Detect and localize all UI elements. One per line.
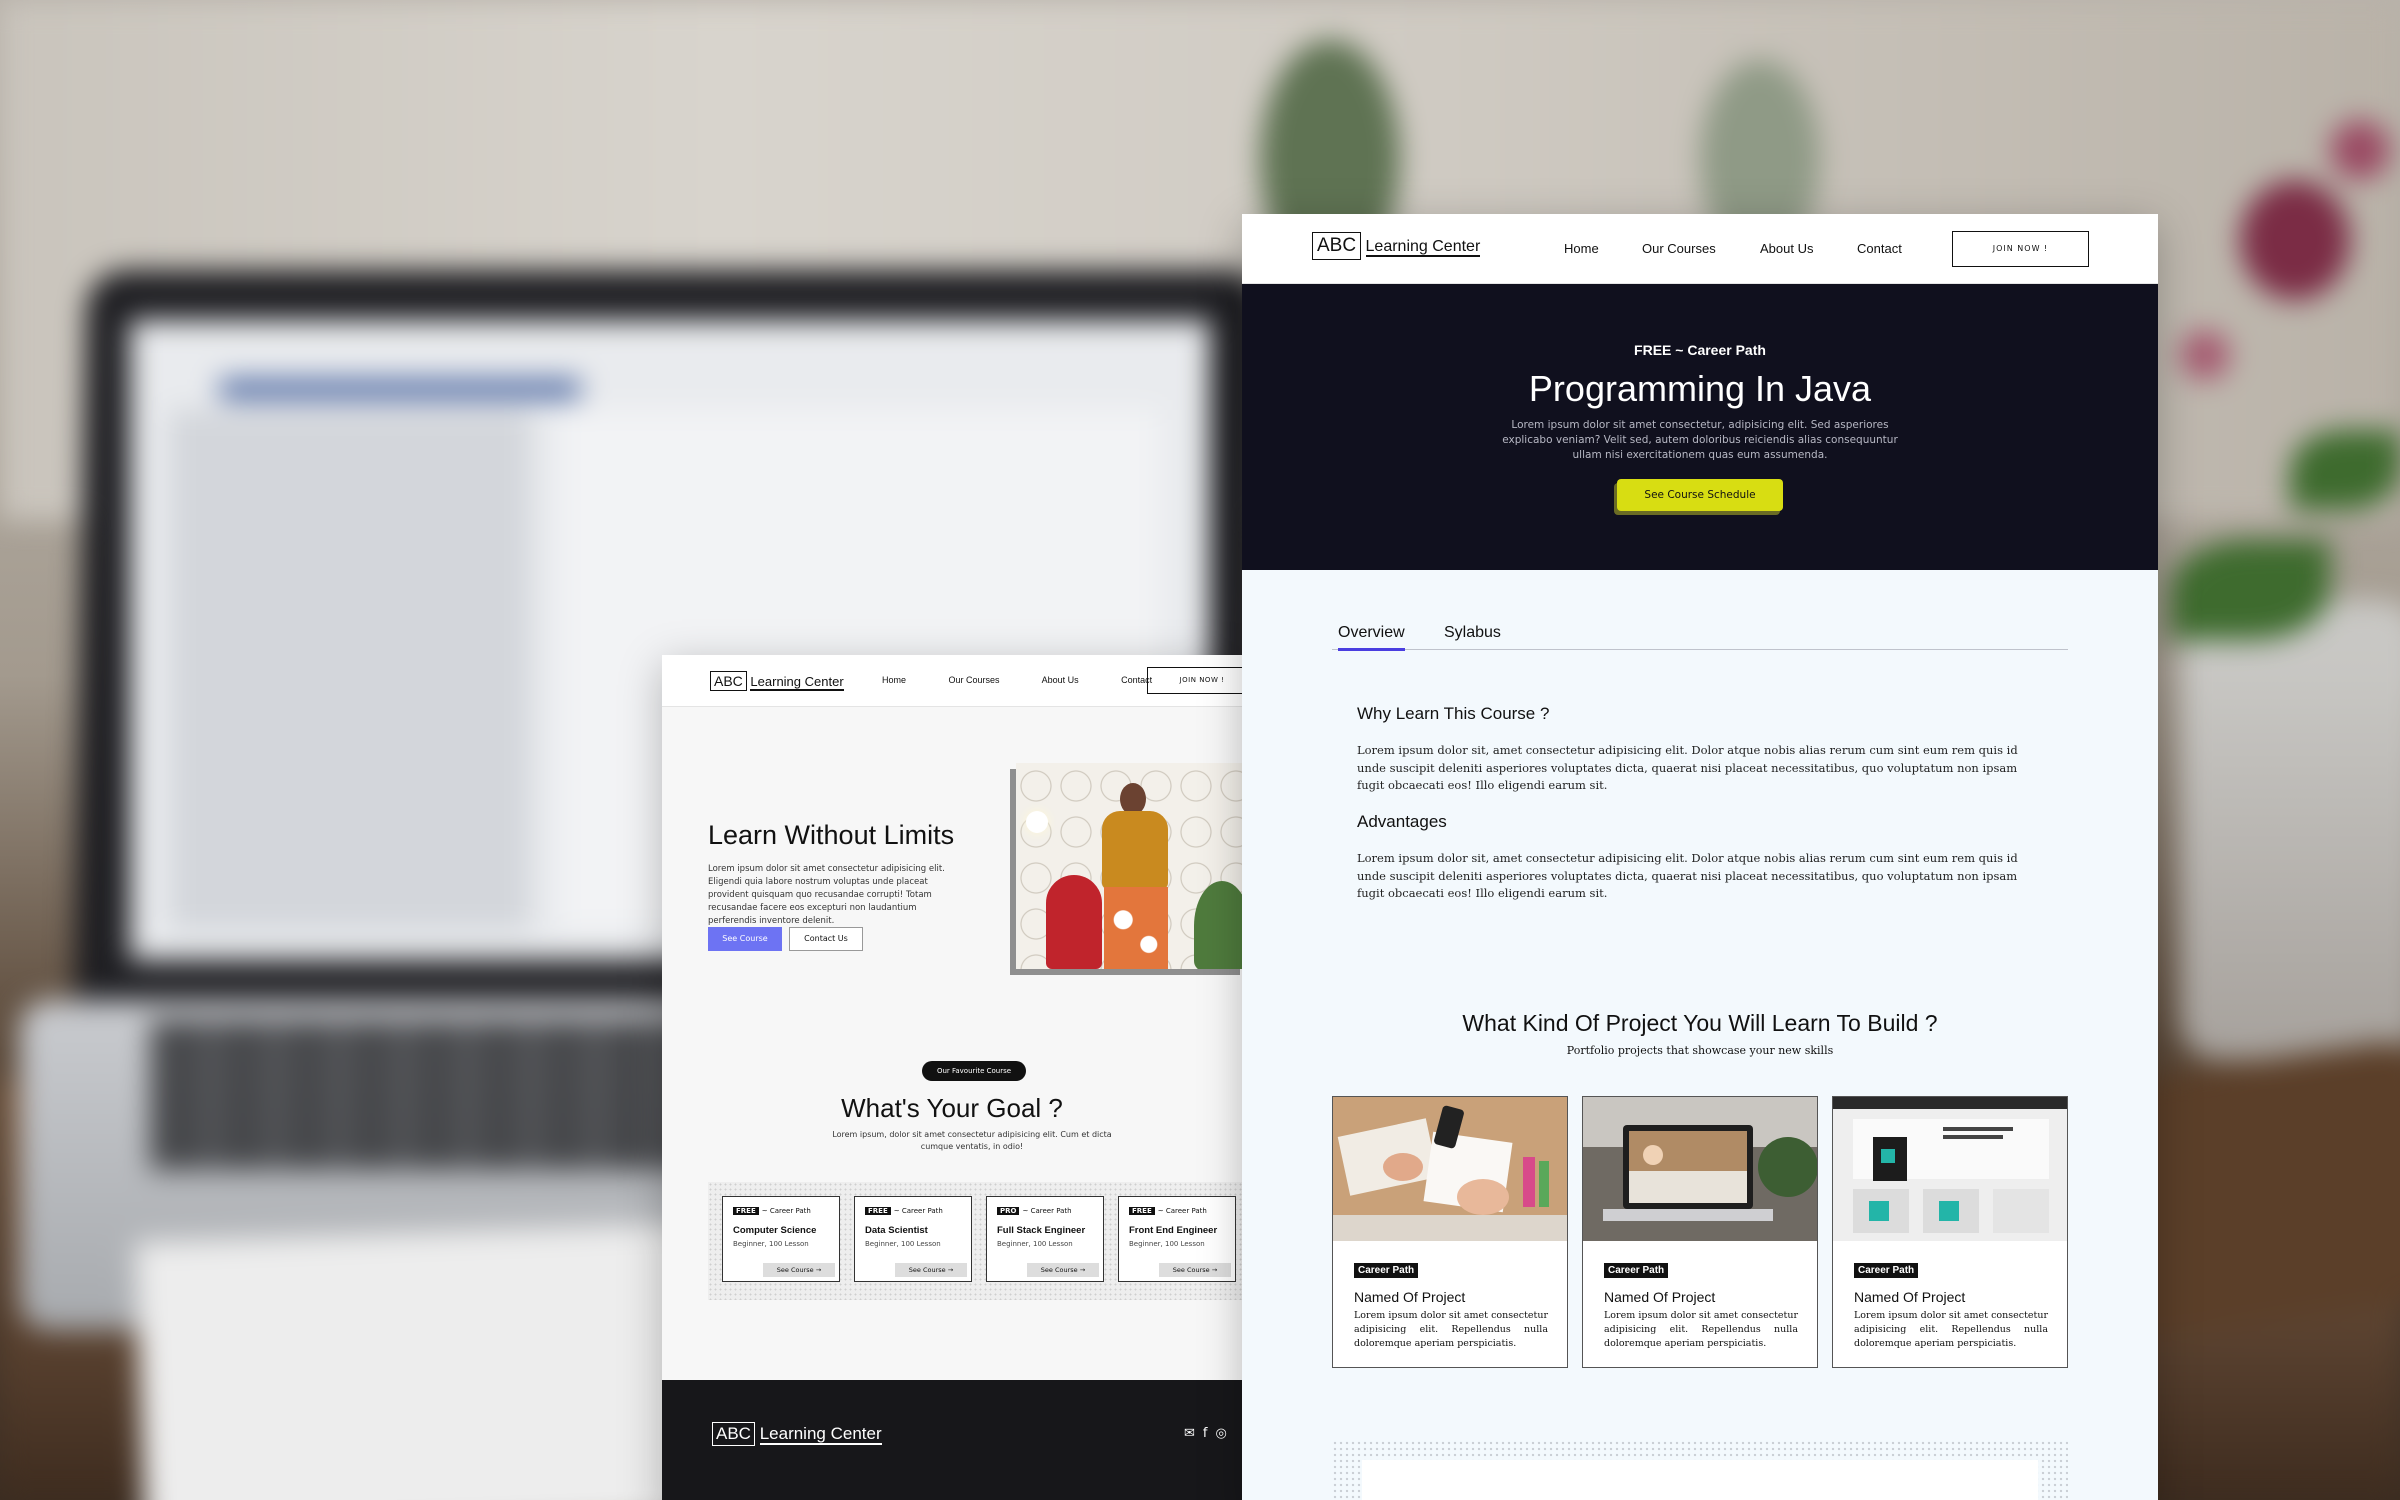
course-description: Lorem ipsum dolor sit amet consectetur, … bbox=[1502, 419, 1898, 461]
course-badge: FREE bbox=[733, 1207, 759, 1215]
course-title: Front End Engineer bbox=[1129, 1225, 1218, 1236]
see-course-link[interactable]: See Course → bbox=[895, 1263, 967, 1277]
course-badge: FREE bbox=[1129, 1207, 1155, 1215]
goal-title: What's Your Goal ? bbox=[841, 1093, 1063, 1123]
header-nav: ABC Learning Center Home Our Courses Abo… bbox=[662, 655, 1242, 707]
project-text: Lorem ipsum dolor sit amet consectetur a… bbox=[1354, 1310, 1548, 1349]
course-tabs: Overview Sylabus bbox=[1332, 624, 2068, 651]
favourite-course-pill: Our Favourite Course bbox=[922, 1061, 1026, 1081]
project-card[interactable]: Career Path Named Of Project Lorem ipsum… bbox=[1582, 1096, 1818, 1368]
see-course-link[interactable]: See Course → bbox=[1027, 1263, 1099, 1277]
header-nav: ABC Learning Center Home Our Courses Abo… bbox=[1242, 214, 2158, 284]
hero-title: Learn Without Limits bbox=[708, 820, 955, 850]
next-section-card bbox=[1362, 1460, 2038, 1500]
course-title: Full Stack Engineer bbox=[997, 1225, 1086, 1236]
project-tag: Career Path bbox=[1854, 1263, 1919, 1278]
nav-our-courses[interactable]: Our Courses bbox=[949, 675, 1000, 685]
mail-icon[interactable]: ✉ bbox=[1184, 1426, 1203, 1441]
join-now-button[interactable]: JOIN NOW ! bbox=[1147, 667, 1242, 694]
contact-us-button[interactable]: Contact Us bbox=[789, 927, 863, 951]
project-image bbox=[1583, 1097, 1817, 1241]
nav-home[interactable]: Home bbox=[1564, 241, 1599, 256]
why-learn-heading: Why Learn This Course ? bbox=[1357, 704, 1550, 723]
tab-overview[interactable]: Overview bbox=[1338, 624, 1405, 651]
course-page-mockup: ABC Learning Center Home Our Courses Abo… bbox=[1242, 214, 2158, 1500]
advantages-text: Lorem ipsum dolor sit, amet consectetur … bbox=[1357, 851, 2018, 900]
course-badge: PRO bbox=[997, 1207, 1020, 1215]
course-list: FREE ~ Career Path Computer Science Begin… bbox=[708, 1182, 1242, 1300]
advantages-heading: Advantages bbox=[1357, 812, 1447, 831]
course-hero: FREE ~ Career Path Programming In Java L… bbox=[1242, 284, 2158, 570]
course-card[interactable]: FREE ~ Career Path Front End Engineer Beg… bbox=[1118, 1196, 1236, 1282]
course-card[interactable]: PRO ~ Career Path Full Stack Engineer Beg… bbox=[986, 1196, 1104, 1282]
project-text: Lorem ipsum dolor sit amet consectetur a… bbox=[1604, 1310, 1798, 1349]
course-title: Programming In Java bbox=[1528, 368, 1872, 409]
course-title: Data Scientist bbox=[865, 1225, 928, 1236]
course-path: ~ Career Path bbox=[761, 1207, 811, 1215]
homepage-mockup: ABC Learning Center Home Our Courses Abo… bbox=[662, 655, 1242, 1500]
logo[interactable]: ABC Learning Center bbox=[1312, 232, 1481, 260]
nav-about-us[interactable]: About Us bbox=[1042, 675, 1079, 685]
social-icons: ✉f◎ bbox=[1184, 1426, 1235, 1441]
course-card[interactable]: FREE ~ Career Path Data Scientist Beginne… bbox=[854, 1196, 972, 1282]
project-title: Named Of Project bbox=[1854, 1289, 1966, 1305]
projects-title: What Kind Of Project You Will Learn To B… bbox=[1462, 1010, 1938, 1036]
see-course-link[interactable]: See Course → bbox=[763, 1263, 835, 1277]
course-card[interactable]: FREE ~ Career Path Computer Science Begin… bbox=[722, 1196, 840, 1282]
tab-sylabus[interactable]: Sylabus bbox=[1444, 624, 1501, 648]
join-now-button[interactable]: JOIN NOW ! bbox=[1952, 231, 2089, 267]
course-path: ~ Career Path bbox=[1022, 1207, 1072, 1215]
course-badge: FREE bbox=[865, 1207, 891, 1215]
project-title: Named Of Project bbox=[1604, 1289, 1716, 1305]
nav-about-us[interactable]: About Us bbox=[1760, 241, 1813, 256]
projects-subtitle: Portfolio projects that showcase your ne… bbox=[1566, 1044, 1834, 1057]
project-text: Lorem ipsum dolor sit amet consectetur a… bbox=[1854, 1310, 2048, 1349]
why-learn-text: Lorem ipsum dolor sit, amet consectetur … bbox=[1357, 743, 2018, 792]
project-image bbox=[1833, 1097, 2067, 1241]
nav-contact[interactable]: Contact bbox=[1857, 241, 1902, 256]
course-meta: Beginner, 100 Lesson bbox=[997, 1240, 1073, 1248]
facebook-icon[interactable]: f bbox=[1203, 1426, 1216, 1441]
goal-text: Lorem ipsum, dolor sit amet consectetur … bbox=[832, 1130, 1112, 1151]
project-card[interactable]: Career Path Named Of Project Lorem ipsum… bbox=[1832, 1096, 2068, 1368]
see-course-schedule-button[interactable]: See Course Schedule bbox=[1617, 479, 1783, 511]
footer: ABC Learning Center ✉f◎ bbox=[662, 1380, 1242, 1500]
see-course-link[interactable]: See Course → bbox=[1159, 1263, 1231, 1277]
footer-logo[interactable]: ABC Learning Center bbox=[712, 1422, 882, 1446]
project-image bbox=[1333, 1097, 1567, 1241]
hero-text: Lorem ipsum dolor sit amet consectetur a… bbox=[708, 864, 945, 926]
project-tag: Career Path bbox=[1604, 1263, 1669, 1278]
course-title: Computer Science bbox=[733, 1225, 817, 1236]
nav-home[interactable]: Home bbox=[882, 675, 906, 685]
course-path: ~ Career Path bbox=[1157, 1207, 1207, 1215]
course-eyebrow: FREE ~ Career Path bbox=[1634, 342, 1766, 358]
course-meta: Beginner, 100 Lesson bbox=[865, 1240, 941, 1248]
hero-photo bbox=[1016, 763, 1242, 969]
project-title: Named Of Project bbox=[1354, 1289, 1466, 1305]
nav-our-courses[interactable]: Our Courses bbox=[1642, 241, 1716, 256]
see-course-button[interactable]: See Course bbox=[708, 927, 782, 951]
instagram-icon[interactable]: ◎ bbox=[1215, 1426, 1234, 1441]
logo[interactable]: ABC Learning Center bbox=[710, 671, 844, 691]
course-path: ~ Career Path bbox=[893, 1207, 943, 1215]
course-meta: Beginner, 100 Lesson bbox=[1129, 1240, 1205, 1248]
course-meta: Beginner, 100 Lesson bbox=[733, 1240, 809, 1248]
nav-menu: Home Our Courses About Us Contact bbox=[882, 675, 1192, 685]
project-card[interactable]: Career Path Named Of Project Lorem ipsum… bbox=[1332, 1096, 1568, 1368]
project-tag: Career Path bbox=[1354, 1263, 1419, 1278]
